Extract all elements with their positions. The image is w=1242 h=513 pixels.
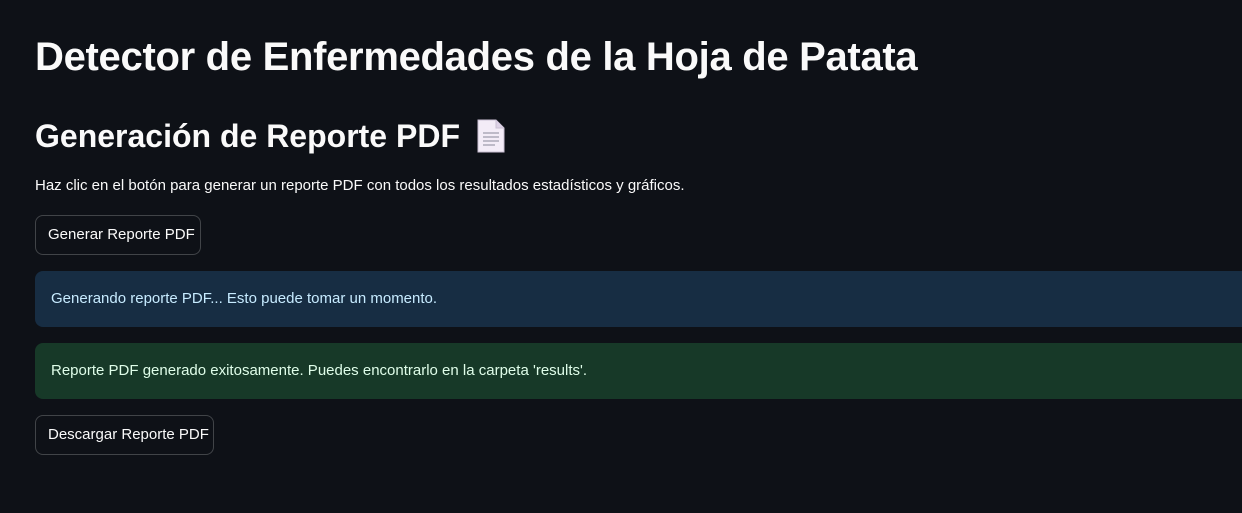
success-alert-text: Reporte PDF generado exitosamente. Puede… bbox=[51, 362, 588, 379]
info-alert-text: Generando reporte PDF... Esto puede toma… bbox=[51, 290, 438, 307]
section-description: Haz clic en el botón para generar un rep… bbox=[35, 177, 685, 194]
info-alert: Generando reporte PDF... Esto puede toma… bbox=[35, 271, 1242, 327]
success-alert: Reporte PDF generado exitosamente. Puede… bbox=[35, 343, 1242, 399]
generate-report-button[interactable]: Generar Reporte PDF bbox=[35, 215, 201, 255]
main-content: Detector de Enfermedades de la Hoja de P… bbox=[0, 0, 1242, 513]
page-title: Detector de Enfermedades de la Hoja de P… bbox=[35, 35, 918, 79]
section-title-text: Generación de Reporte PDF bbox=[35, 118, 460, 154]
section-title: Generación de Reporte PDF bbox=[35, 113, 506, 159]
download-report-button[interactable]: Descargar Reporte PDF bbox=[35, 415, 214, 455]
page-document-icon bbox=[476, 118, 506, 154]
